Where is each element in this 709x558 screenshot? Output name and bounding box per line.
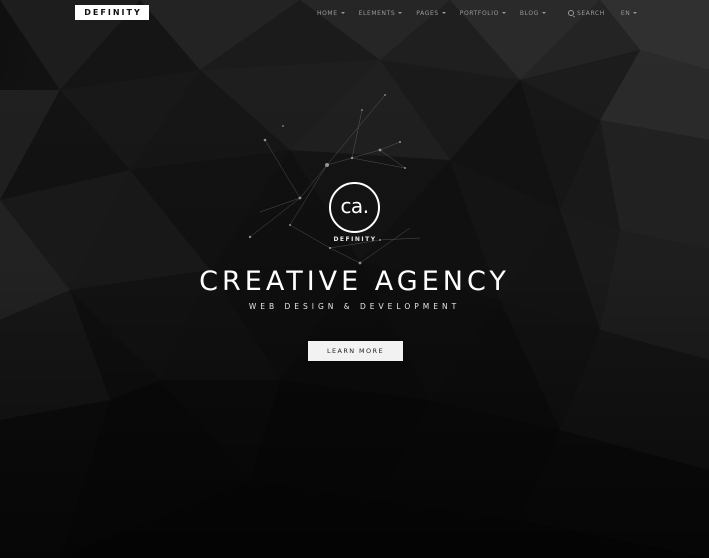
caret-down-icon (441, 12, 446, 14)
language-selector[interactable]: EN (620, 9, 638, 17)
caret-down-icon (541, 12, 546, 14)
nav-item-label: BLOG (519, 9, 539, 17)
brand-logo[interactable]: DEFINITY (75, 5, 149, 20)
learn-more-button[interactable]: LEARN MORE (308, 341, 403, 361)
nav-item-label: PAGES (416, 9, 439, 17)
nav-item-pages[interactable]: PAGES (416, 9, 446, 17)
nav-item-portfolio[interactable]: PORTFOLIO (460, 10, 506, 17)
caret-down-icon (501, 12, 506, 14)
hero-title: CREATIVE AGENCY (199, 266, 510, 297)
emblem-text: ca. (340, 194, 369, 218)
nav-search-label: SEARCH (576, 9, 605, 17)
search-icon (567, 9, 574, 16)
caret-down-icon (398, 12, 403, 14)
top-navbar: DEFINITY HOME ELEMENTS PAGES PORTFOLIO B… (0, 0, 709, 26)
agency-emblem: ca. (329, 182, 380, 233)
nav-item-blog[interactable]: BLOG (520, 10, 546, 17)
hero-page: DEFINITY HOME ELEMENTS PAGES PORTFOLIO B… (0, 0, 709, 558)
nav-item-label: HOME (317, 9, 338, 17)
language-label: EN (620, 9, 631, 17)
nav-search[interactable]: SEARCH (567, 9, 605, 17)
nav-item-elements[interactable]: ELEMENTS (359, 10, 403, 17)
caret-down-icon (633, 12, 638, 14)
nav-item-label: PORTFOLIO (459, 9, 499, 17)
caret-down-icon (340, 12, 345, 14)
nav-menu: HOME ELEMENTS PAGES PORTFOLIO BLOG SEARC… (317, 8, 651, 18)
hero-subtitle: WEB DESIGN & DEVELOPMENT (248, 302, 461, 311)
nav-item-label: ELEMENTS (358, 9, 396, 17)
emblem-caption: DEFINITY (333, 236, 377, 243)
nav-item-home[interactable]: HOME (317, 10, 345, 17)
